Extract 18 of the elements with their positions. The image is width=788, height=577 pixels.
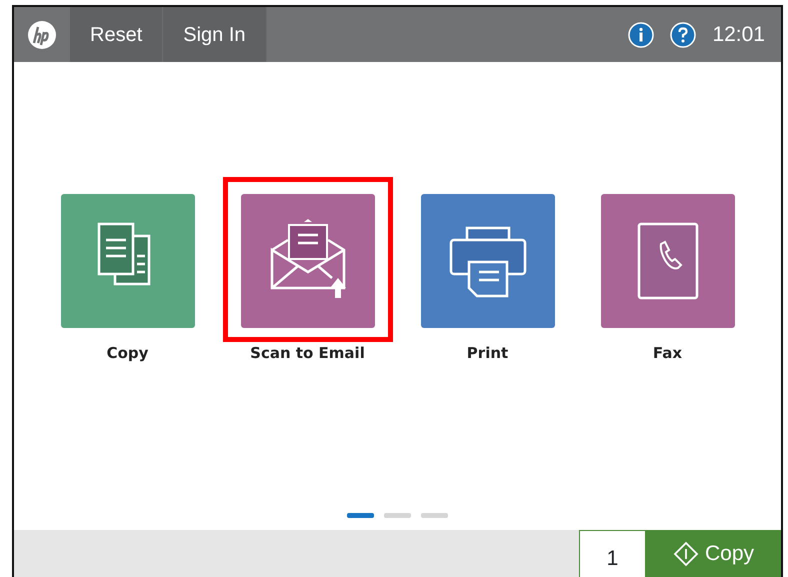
app-tile[interactable] [60,194,194,328]
app-tile[interactable] [240,194,374,328]
top-bar-button[interactable]: Sign In [163,7,267,62]
app-tile[interactable] [600,194,734,328]
top-bar-button[interactable]: Reset [70,7,164,62]
app-tile[interactable] [420,194,554,328]
app-label: Print [466,343,508,364]
app-label: Scan to Email [250,343,365,364]
copies-field[interactable]: 1 [579,530,646,577]
logo-icon [27,20,57,50]
help-icon[interactable] [670,22,696,48]
app-label: Copy [106,343,148,364]
info-icon[interactable] [628,22,654,48]
page-indicator[interactable] [347,513,374,518]
start-copy-button[interactable]: Copy [646,530,781,577]
clock-time: 12:01 [712,22,765,48]
start-icon [672,540,699,566]
app-label: Fax [652,343,682,364]
